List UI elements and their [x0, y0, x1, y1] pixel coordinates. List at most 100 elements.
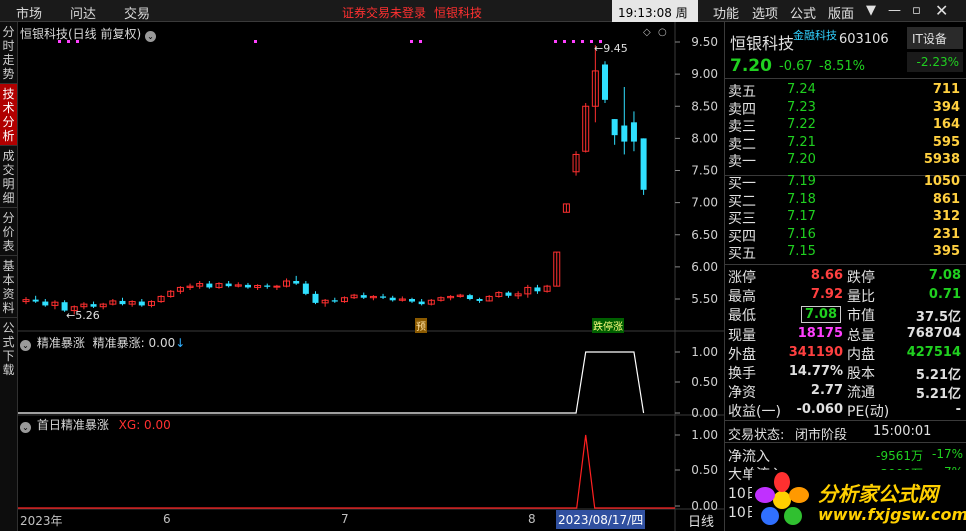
x-axis-aug: 8 [528, 512, 536, 526]
candle-body [302, 283, 309, 294]
stat-label: 流通 [847, 385, 875, 402]
bid-level-price[interactable]: 7.18 [787, 192, 816, 207]
y-tick-label: 8.50 [691, 99, 718, 113]
badge-limit[interactable]: 跌停涨 [592, 318, 624, 333]
high-value: 9.45 [603, 42, 628, 55]
bid-level-price[interactable]: 7.19 [787, 174, 816, 189]
net-inflow-pct: -17% [931, 447, 963, 461]
stat-value: 0.71 [928, 287, 961, 303]
high-label: ←9.45 [594, 42, 628, 55]
candle-body [611, 119, 618, 136]
menu-market[interactable]: 市场 [16, 3, 42, 22]
bid-level-volume: 861 [932, 191, 960, 207]
ind1-title: ⌄ 精准暴涨 精准暴涨: 0.00↓ [20, 334, 185, 351]
menu-trade[interactable]: 交易 [124, 3, 150, 22]
stock-concept-tag[interactable]: 金融科技 [793, 27, 837, 43]
y-tick-label: 7.00 [691, 196, 718, 210]
chevron-down-icon[interactable]: ⌄ [20, 422, 31, 433]
stock-name: 恒银科技 [730, 34, 795, 53]
menu-func[interactable]: 功能 [713, 3, 739, 22]
ind1-title-text: 精准暴涨 [36, 336, 85, 350]
menu-arrow-icon[interactable]: ▼ [866, 3, 876, 18]
candle-body [264, 285, 271, 287]
diamond-icon[interactable]: ◇ [643, 27, 651, 38]
candle-body [476, 299, 483, 301]
stat-label: 总量 [847, 327, 875, 344]
ind1-tick-label: 0.50 [691, 375, 718, 389]
ask-level-price[interactable]: 7.20 [787, 152, 816, 167]
ind1-tick-label: 0.00 [691, 406, 718, 420]
x-axis-june: 6 [163, 512, 171, 526]
badge-yu[interactable]: 预 [415, 318, 427, 333]
close-icon[interactable]: ✕ [935, 1, 948, 20]
price-change: -0.67 [779, 59, 813, 74]
stat-label: 内盘 [847, 346, 875, 363]
y-tick-label: 6.00 [691, 260, 718, 274]
bid-level-label: 买五 [728, 246, 756, 263]
bid-level-price[interactable]: 7.16 [787, 227, 816, 242]
candle-body [42, 301, 49, 306]
restore-icon[interactable]: ▫ [912, 3, 921, 18]
bid-level-volume: 1050 [923, 174, 960, 189]
circle-icon[interactable]: ○ [658, 27, 667, 38]
ask-level-price[interactable]: 7.23 [787, 100, 816, 115]
candle-body [621, 125, 628, 142]
trade-state: 闭市阶段 [795, 428, 848, 443]
price-pct: -8.51% [819, 59, 865, 74]
y-tick-label: 9.00 [691, 67, 718, 81]
login-notice[interactable]: 证券交易未登录 [342, 4, 426, 21]
period-label[interactable]: 日线 [688, 511, 714, 530]
y-tick-label: 8.00 [691, 131, 718, 145]
stat-value: 37.5亿 [915, 310, 961, 326]
menu-formula[interactable]: 公式 [790, 3, 816, 22]
ask-level-price[interactable]: 7.21 [787, 135, 816, 150]
menu-ask[interactable]: 问达 [70, 3, 96, 22]
tab-trades[interactable]: 成交明细 [0, 146, 17, 208]
ask-level-volume: 164 [932, 117, 960, 133]
tab-intraday[interactable]: 分时走势 [0, 22, 17, 84]
signal-dot [572, 40, 575, 43]
menu-options[interactable]: 选项 [752, 3, 778, 22]
ind1-tick-label: 1.00 [691, 345, 718, 359]
candle-body [380, 296, 387, 298]
stat-value: 427514 [906, 344, 961, 360]
tab-formula-download[interactable]: 公式下载 [0, 318, 17, 380]
bid-level-price[interactable]: 7.17 [787, 209, 816, 224]
candle-body [32, 299, 39, 302]
ask-level-volume: 711 [932, 82, 960, 97]
stat-value: 5.21亿 [915, 387, 961, 403]
signal-dot [581, 40, 584, 43]
chevron-down-icon[interactable]: ⌄ [145, 31, 157, 42]
stat-label: 市值 [847, 308, 875, 325]
menu-layout[interactable]: 版面 [828, 3, 854, 22]
tab-price-table[interactable]: 分价表 [0, 208, 17, 256]
ask-level-price[interactable]: 7.22 [787, 117, 816, 132]
candle-body [360, 295, 367, 298]
stat-label: 跌停 [847, 270, 875, 286]
stat-value: 2.77 [810, 383, 843, 399]
ask-level-label: 卖一 [728, 154, 756, 171]
chevron-down-icon[interactable]: ⌄ [20, 340, 31, 351]
stat-value: 7.92 [810, 287, 843, 303]
minimize-icon[interactable]: — [888, 3, 901, 18]
candle-body [293, 281, 300, 284]
stat-label: 净资 [728, 385, 756, 402]
bid-level-price[interactable]: 7.15 [787, 244, 816, 259]
main-chart-title-text: 恒银科技(日线 前复权) [20, 27, 142, 41]
sector-pct: -2.23% [907, 52, 963, 72]
stat-label: 最高 [728, 289, 756, 306]
tab-technical[interactable]: 技术分析 [0, 84, 17, 146]
stat-label: PE(动) [847, 404, 890, 421]
candle-body [602, 64, 608, 100]
stock-notice: 恒银科技 [434, 6, 483, 20]
stat-label: 外盘 [728, 346, 756, 363]
ind2-title: ⌄ 首日精准暴涨 XG: 0.00 [20, 416, 171, 433]
stat-label: 涨停 [728, 270, 756, 286]
chart-area[interactable]: 9.50 9.00 8.50 8.00 7.50 7.00 6.50 6.00 5.50 1.0… [18, 22, 724, 531]
sector-name[interactable]: IT设备 [907, 27, 963, 49]
tab-fundamentals[interactable]: 基本资料 [0, 256, 17, 318]
candle-body [225, 283, 232, 287]
ask-level-price[interactable]: 7.24 [787, 82, 816, 97]
stat-label: 量比 [847, 289, 875, 306]
candle-body [630, 122, 637, 142]
